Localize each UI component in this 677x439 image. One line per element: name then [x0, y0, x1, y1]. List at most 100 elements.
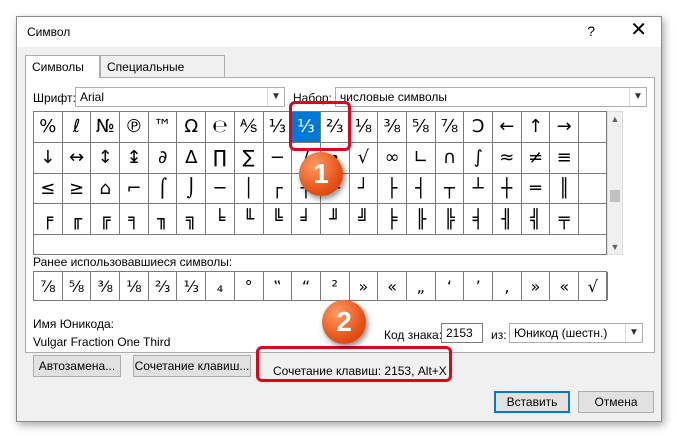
- recent-symbol-cell[interactable]: ⅜: [91, 272, 121, 300]
- symbol-cell[interactable]: ╠: [435, 204, 465, 235]
- symbol-cell[interactable]: ⌐: [120, 173, 149, 205]
- scroll-down-icon[interactable]: ▼: [608, 242, 622, 252]
- symbol-cell[interactable]: ⅛: [349, 112, 379, 143]
- symbol-cell[interactable]: →: [550, 112, 580, 143]
- symbol-cell[interactable]: ↔: [62, 142, 92, 174]
- recent-symbol-cell[interactable]: °: [235, 272, 264, 300]
- recent-symbol-cell[interactable]: √: [579, 272, 608, 300]
- recent-symbol-cell[interactable]: ₄: [206, 272, 235, 300]
- symbol-cell[interactable]: ≤: [34, 173, 63, 205]
- symbol-cell[interactable]: ∫: [464, 142, 493, 174]
- symbol-cell[interactable]: ≡: [550, 142, 580, 174]
- symbol-cell[interactable]: ∩: [435, 142, 465, 174]
- symbol-cell[interactable]: −: [263, 142, 293, 174]
- recent-symbol-cell[interactable]: „: [407, 272, 436, 300]
- recent-symbol-cell[interactable]: «: [550, 272, 580, 300]
- symbol-cell[interactable]: ╒: [34, 204, 63, 235]
- encoding-select[interactable]: Юникод (шестн.) ▼: [509, 323, 643, 343]
- tab-special-characters[interactable]: Специальные знаки: [100, 55, 225, 88]
- recent-symbol-cell[interactable]: ⅔: [149, 272, 178, 300]
- insert-button[interactable]: Вставить: [494, 391, 570, 413]
- recent-symbol-cell[interactable]: ⅝: [63, 272, 92, 300]
- font-select[interactable]: Arial ▼: [75, 87, 285, 107]
- symbol-cell[interactable]: ↓: [34, 142, 63, 174]
- symbol-cell[interactable]: ═: [521, 173, 551, 205]
- symbol-cell[interactable]: ╢: [493, 204, 522, 235]
- symbol-cell[interactable]: Ω: [177, 112, 207, 143]
- recent-symbol-cell[interactable]: ’: [464, 272, 493, 300]
- symbol-cell[interactable]: ╟: [406, 204, 436, 235]
- symbol-cell[interactable]: ℗: [120, 112, 149, 143]
- recent-symbol-cell[interactable]: “: [292, 272, 321, 300]
- symbol-cell[interactable]: ≈: [493, 142, 522, 174]
- symbol-cell[interactable]: ╗: [177, 204, 207, 235]
- shortcut-key-button[interactable]: Сочетание клавиш...: [133, 355, 251, 377]
- symbol-cell[interactable]: ╓: [62, 204, 92, 235]
- symbol-cell[interactable]: ⌡: [177, 173, 207, 205]
- symbol-cell[interactable]: ┴: [464, 173, 493, 205]
- symbol-cell[interactable]: ║: [550, 173, 580, 205]
- symbol-cell[interactable]: ╛: [292, 204, 321, 235]
- help-button[interactable]: ?: [587, 23, 595, 39]
- cancel-button[interactable]: Отмена: [578, 391, 654, 413]
- subset-select[interactable]: числовые символы ▼: [335, 87, 647, 107]
- symbol-cell[interactable]: ™: [148, 112, 178, 143]
- recent-symbol-cell[interactable]: ⅞: [34, 272, 63, 300]
- symbol-cell[interactable]: ⌠: [148, 173, 178, 205]
- symbol-cell[interactable]: [579, 143, 606, 174]
- recent-symbol-cell[interactable]: «: [378, 272, 407, 300]
- symbol-cell[interactable]: ⅔: [320, 112, 350, 143]
- symbol-cell[interactable]: ┼: [493, 173, 522, 205]
- symbol-cell[interactable]: ┌: [263, 173, 293, 205]
- symbol-cell[interactable]: ╣: [521, 204, 551, 235]
- symbol-cell[interactable]: ┘: [349, 173, 379, 205]
- tab-symbols[interactable]: Символы: [25, 55, 100, 78]
- char-code-input[interactable]: 2153: [441, 323, 483, 343]
- symbol-cell[interactable]: ∞: [378, 142, 407, 174]
- symbol-cell[interactable]: [579, 112, 606, 143]
- symbol-cell[interactable]: ⅞: [435, 112, 465, 143]
- symbol-cell[interactable]: ⅍: [234, 112, 264, 143]
- symbol-cell[interactable]: ╕: [120, 204, 149, 235]
- recent-symbol-cell[interactable]: ‚: [493, 272, 522, 300]
- symbol-cell[interactable]: [579, 174, 606, 205]
- symbol-cell[interactable]: ╖: [148, 204, 178, 235]
- symbol-cell[interactable]: ≠: [521, 142, 551, 174]
- symbol-cell[interactable]: ∟: [406, 142, 436, 174]
- symbol-cell[interactable]: ┤: [406, 173, 436, 205]
- scroll-up-icon[interactable]: ▲: [608, 114, 622, 124]
- close-button[interactable]: ✕: [630, 20, 647, 40]
- chevron-down-icon[interactable]: ▼: [625, 324, 642, 342]
- symbol-cell[interactable]: ╚: [263, 204, 293, 235]
- symbol-cell[interactable]: [579, 204, 606, 235]
- autocorrect-button[interactable]: Автозамена...: [33, 355, 121, 377]
- recent-symbol-cell[interactable]: ‘: [436, 272, 465, 300]
- symbol-cell[interactable]: %: [34, 112, 63, 143]
- grid-scrollbar[interactable]: ▲ ▼: [607, 111, 623, 255]
- symbol-cell[interactable]: ∆: [177, 142, 207, 174]
- symbol-cell[interactable]: ∑: [234, 142, 264, 174]
- symbol-cell[interactable]: ℓ: [62, 112, 92, 143]
- symbol-cell[interactable]: ╞: [378, 204, 407, 235]
- recent-symbol-cell[interactable]: »: [522, 272, 551, 300]
- symbol-cell[interactable]: ℮: [206, 112, 235, 143]
- scroll-thumb[interactable]: [610, 190, 620, 202]
- symbol-cell[interactable]: ⅓: [263, 112, 293, 143]
- symbol-cell[interactable]: №: [91, 112, 121, 143]
- symbol-cell[interactable]: ⅜: [378, 112, 407, 143]
- symbol-cell[interactable]: ←: [493, 112, 522, 143]
- symbol-cell[interactable]: ≥: [62, 173, 92, 205]
- symbol-cell[interactable]: ⅓: [292, 112, 321, 143]
- chevron-down-icon[interactable]: ▼: [267, 88, 284, 106]
- symbol-cell[interactable]: Ↄ: [464, 112, 493, 143]
- symbol-cell[interactable]: ⅝: [406, 112, 436, 143]
- symbol-cell[interactable]: ╝: [349, 204, 379, 235]
- chevron-down-icon[interactable]: ▼: [629, 88, 646, 106]
- recent-symbol-cell[interactable]: ‟: [264, 272, 293, 300]
- symbol-cell[interactable]: ∂: [148, 142, 178, 174]
- symbol-cell[interactable]: ─: [206, 173, 235, 205]
- symbol-cell[interactable]: ↕: [91, 142, 121, 174]
- symbol-cell[interactable]: ╘: [206, 204, 235, 235]
- symbol-cell[interactable]: ↨: [120, 142, 149, 174]
- symbol-cell[interactable]: ┬: [435, 173, 465, 205]
